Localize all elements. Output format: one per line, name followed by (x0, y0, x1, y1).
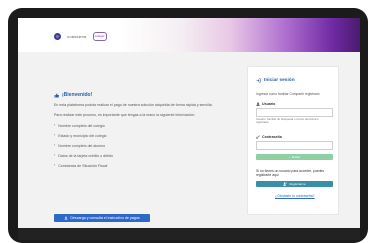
register-button[interactable]: Registrarme (256, 181, 333, 187)
user-label: Usuario (256, 102, 275, 106)
user-icon (256, 102, 260, 106)
list-item: › Datos de la tarjeta crédito o débito (54, 153, 113, 158)
list-item: › Nombre completo del alumno (54, 143, 106, 148)
device-frame: COMPARTIR colegio ¡Bienvenido! En esta p… (8, 8, 368, 243)
welcome-heading: ¡Bienvenido! (54, 92, 216, 98)
login-icon (256, 78, 261, 83)
welcome-section: ¡Bienvenido! En esta plataforma podrás r… (54, 92, 216, 222)
password-label: Contraseña (256, 135, 282, 139)
chevron-right-icon: › (54, 163, 56, 167)
welcome-title: ¡Bienvenido! (62, 92, 93, 98)
chevron-right-icon: › (54, 133, 56, 137)
chevron-right-icon: › (54, 123, 56, 127)
login-title: Iniciar sesión (256, 78, 295, 83)
login-panel: Iniciar sesión Ingresar como familiar Co… (247, 66, 339, 215)
list-item: › Nombre completo del colegio (54, 123, 105, 128)
register-text: Si no tienes un usuario para acceder, pu… (256, 169, 325, 178)
list-item: › Constancia de Situación Fiscal (54, 163, 108, 168)
arrow-right-icon: › (288, 155, 290, 159)
user-plus-icon (283, 182, 288, 186)
brand-logo[interactable]: COMPARTIR colegio (54, 32, 107, 41)
logo-text: COMPARTIR (67, 34, 87, 39)
logo-badge: colegio (92, 32, 107, 41)
list-item: › Estado y municipio del colegio (54, 133, 107, 138)
intro-text-2: Para realizar este proceso, es important… (54, 113, 196, 117)
username-hint: Usuario: familiar de búsqueda o correo e… (256, 117, 319, 125)
username-input[interactable] (256, 108, 333, 117)
download-guide-label: Descarga y consulta el instructivo de pa… (70, 216, 140, 220)
key-icon (256, 135, 260, 139)
download-guide-button[interactable]: Descarga y consulta el instructivo de pa… (54, 214, 150, 222)
intro-text-1: En esta plataforma podrás realizar el pa… (54, 103, 213, 107)
password-input[interactable] (256, 141, 333, 150)
footer-bar (18, 228, 360, 240)
forgot-password-link[interactable]: ¿Olvidaste tu contraseña? (275, 194, 315, 198)
download-icon (64, 216, 68, 220)
chevron-right-icon: › (54, 153, 56, 157)
logo-mark (54, 33, 61, 40)
enter-button[interactable]: › Entrar (256, 154, 333, 160)
login-subtitle: Ingresar como familiar Compartir registr… (256, 92, 320, 96)
screen: COMPARTIR colegio ¡Bienvenido! En esta p… (18, 18, 360, 240)
thumbs-up-icon (54, 93, 59, 98)
chevron-right-icon: › (54, 143, 56, 147)
top-banner: COMPARTIR colegio (18, 18, 360, 52)
